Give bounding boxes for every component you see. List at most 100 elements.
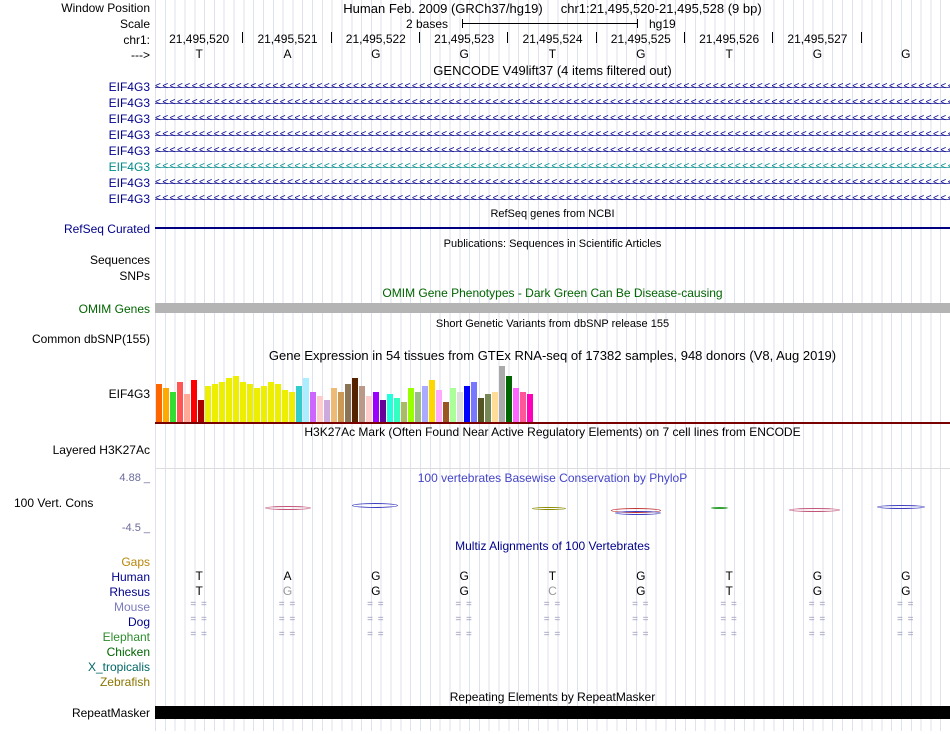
gtex-bar[interactable] [394, 398, 400, 422]
gtex-bar[interactable] [219, 382, 225, 422]
gtex-bar[interactable] [254, 388, 260, 422]
gencode-transcript-arrows[interactable]: <<<<<<<<<<<<<<<<<<<<<<<<<<<<<<<<<<<<<<<<… [155, 175, 950, 191]
gencode-gene-label[interactable]: EIF4G3 [0, 96, 155, 110]
dbsnp-label[interactable]: Common dbSNP(155) [0, 332, 155, 346]
gtex-bar[interactable] [436, 390, 442, 422]
gtex-bar[interactable] [464, 386, 470, 422]
gtex-bar[interactable] [471, 382, 477, 422]
gtex-bar[interactable] [345, 384, 351, 422]
gtex-bar[interactable] [233, 376, 239, 422]
gtex-gene-label[interactable]: EIF4G3 [0, 387, 155, 401]
gtex-bar[interactable] [373, 392, 379, 422]
gtex-bar[interactable] [289, 392, 295, 422]
gencode-transcript-arrows[interactable]: <<<<<<<<<<<<<<<<<<<<<<<<<<<<<<<<<<<<<<<<… [155, 79, 950, 95]
gtex-bar[interactable] [303, 378, 309, 422]
gencode-gene-label[interactable]: EIF4G3 [0, 192, 155, 206]
refseq-curated-label[interactable]: RefSeq Curated [0, 222, 155, 236]
refseq-curated-item[interactable] [155, 227, 950, 229]
gtex-bar[interactable] [247, 384, 253, 422]
sequences-label[interactable]: Sequences [0, 253, 155, 267]
gencode-gene-label[interactable]: EIF4G3 [0, 160, 155, 174]
species-label[interactable]: Rhesus [0, 585, 155, 599]
gtex-bar[interactable] [450, 388, 456, 422]
repeatmasker-label[interactable]: RepeatMasker [0, 706, 155, 720]
gtex-bar[interactable] [485, 394, 491, 422]
gtex-bar[interactable] [240, 382, 246, 422]
species-label[interactable]: Human [0, 570, 155, 584]
assembly-title: Human Feb. 2009 (GRCh37/hg19) [343, 0, 543, 16]
gencode-transcript-arrows[interactable]: <<<<<<<<<<<<<<<<<<<<<<<<<<<<<<<<<<<<<<<<… [155, 143, 950, 159]
gtex-bar[interactable] [478, 398, 484, 422]
species-label[interactable]: Zebrafish [0, 675, 155, 689]
phylop-track-label[interactable]: 100 Vert. Cons [14, 496, 93, 510]
gencode-transcript-arrows[interactable]: <<<<<<<<<<<<<<<<<<<<<<<<<<<<<<<<<<<<<<<<… [155, 159, 950, 175]
gtex-bar[interactable] [177, 382, 183, 422]
gtex-bar[interactable] [499, 366, 505, 422]
gtex-bar[interactable] [282, 390, 288, 422]
gtex-bar[interactable] [380, 400, 386, 422]
alignment-gap: = = [543, 629, 562, 640]
species-label[interactable]: Mouse [0, 600, 155, 614]
gtex-bar[interactable] [338, 392, 344, 422]
gencode-gene-label[interactable]: EIF4G3 [0, 144, 155, 158]
gtex-bar[interactable] [352, 378, 358, 422]
species-label[interactable]: Elephant [0, 630, 155, 644]
phylop-header: 100 vertebrates Basewise Conservation by… [417, 471, 688, 485]
omim-gene-bar[interactable] [155, 303, 950, 313]
gencode-gene-label[interactable]: EIF4G3 [0, 128, 155, 142]
gtex-bar[interactable] [520, 392, 526, 422]
repeatmasker-bar[interactable] [155, 706, 950, 719]
gtex-bar[interactable] [492, 392, 498, 422]
alignment-base: G [459, 569, 469, 583]
gtex-bar[interactable] [275, 384, 281, 422]
gtex-bar[interactable] [156, 384, 162, 422]
species-label[interactable]: Dog [0, 615, 155, 629]
gtex-bar[interactable] [331, 388, 337, 422]
gtex-bar[interactable] [296, 386, 302, 422]
gencode-transcript-arrows[interactable]: <<<<<<<<<<<<<<<<<<<<<<<<<<<<<<<<<<<<<<<<… [155, 127, 950, 143]
gencode-gene-label[interactable]: EIF4G3 [0, 176, 155, 190]
gtex-bar[interactable] [366, 396, 372, 422]
gencode-gene-label[interactable]: EIF4G3 [0, 80, 155, 94]
gtex-bar[interactable] [422, 386, 428, 422]
species-label[interactable]: Gaps [0, 555, 155, 569]
position-title: chr1:21,495,520-21,495,528 (9 bp) [560, 0, 762, 16]
gtex-bar[interactable] [429, 380, 435, 422]
gtex-bar[interactable] [359, 386, 365, 422]
gtex-bar[interactable] [226, 378, 232, 422]
gtex-bar[interactable] [205, 386, 211, 422]
gencode-transcript-arrows[interactable]: <<<<<<<<<<<<<<<<<<<<<<<<<<<<<<<<<<<<<<<<… [155, 111, 950, 127]
gtex-bar[interactable] [387, 394, 393, 422]
h3k27ac-label[interactable]: Layered H3K27Ac [0, 440, 155, 457]
gtex-bars [156, 366, 533, 422]
gtex-bar[interactable] [310, 392, 316, 422]
gtex-bar[interactable] [170, 392, 176, 422]
gtex-bar[interactable] [317, 396, 323, 422]
gtex-bar[interactable] [443, 402, 449, 422]
omim-genes-label[interactable]: OMIM Genes [0, 302, 155, 316]
gtex-bar[interactable] [212, 384, 218, 422]
gtex-bar[interactable] [198, 400, 204, 422]
gtex-bar[interactable] [191, 380, 197, 422]
species-label[interactable]: X_tropicalis [0, 660, 155, 674]
gtex-bar[interactable] [513, 388, 519, 422]
species-label[interactable]: Chicken [0, 645, 155, 659]
gencode-transcript-arrows[interactable]: <<<<<<<<<<<<<<<<<<<<<<<<<<<<<<<<<<<<<<<<… [155, 95, 950, 111]
gtex-bar[interactable] [506, 376, 512, 422]
gtex-bar[interactable] [261, 386, 267, 422]
gtex-bar[interactable] [401, 402, 407, 422]
gtex-bar[interactable] [457, 392, 463, 422]
snps-label[interactable]: SNPs [0, 269, 155, 283]
gtex-bar[interactable] [184, 394, 190, 422]
gtex-bar[interactable] [163, 388, 169, 422]
alignment-gap: = = [808, 629, 827, 640]
gencode-transcript-arrows[interactable]: <<<<<<<<<<<<<<<<<<<<<<<<<<<<<<<<<<<<<<<<… [155, 191, 950, 207]
gtex-bar[interactable] [527, 394, 533, 422]
gtex-bar[interactable] [268, 382, 274, 422]
gencode-gene-label[interactable]: EIF4G3 [0, 112, 155, 126]
gtex-bar[interactable] [324, 400, 330, 422]
alignment-base: G [901, 569, 911, 583]
gtex-bar[interactable] [408, 388, 414, 422]
base-letter: T [195, 47, 203, 61]
gtex-bar[interactable] [415, 392, 421, 422]
